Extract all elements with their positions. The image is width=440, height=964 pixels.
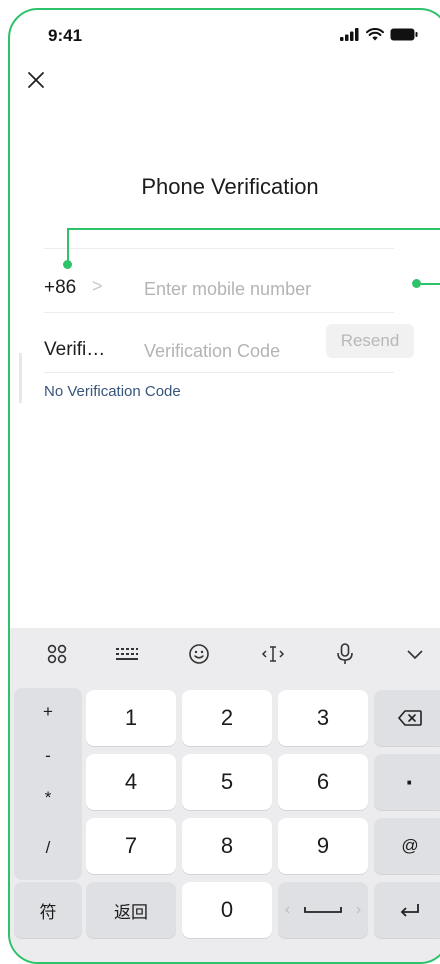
mobile-number-input[interactable]: [144, 271, 384, 307]
key-7[interactable]: 7: [86, 818, 176, 874]
annotation-line: [67, 228, 69, 263]
status-icons: [340, 28, 418, 41]
minus-key[interactable]: -: [14, 736, 82, 776]
collapse-chevron-icon[interactable]: [398, 639, 432, 669]
apps-icon[interactable]: [40, 639, 74, 669]
divider: [44, 312, 394, 313]
key-8[interactable]: 8: [182, 818, 272, 874]
key-5[interactable]: 5: [182, 754, 272, 810]
close-icon[interactable]: [22, 66, 50, 94]
backspace-icon: [398, 710, 422, 726]
page-title: Phone Verification: [141, 174, 319, 199]
at-key[interactable]: @: [374, 818, 440, 874]
microphone-icon[interactable]: [328, 639, 362, 669]
key-3[interactable]: 3: [278, 690, 368, 746]
numeric-keyboard: + - * / 1 2 3 4 5 6 · 7 8 9 @ 符 返回 0: [10, 628, 440, 962]
key-9[interactable]: 9: [278, 818, 368, 874]
return-key[interactable]: 返回: [86, 882, 176, 938]
backspace-key[interactable]: [374, 690, 440, 746]
enter-icon: [400, 904, 419, 917]
asterisk-key[interactable]: *: [14, 778, 82, 818]
enter-key[interactable]: [374, 882, 440, 938]
status-bar: 9:41: [10, 10, 440, 62]
keyboard-icon[interactable]: [110, 639, 144, 669]
phone-frame: 9:41 Phone Verification +86 > Enter mobi…: [8, 8, 440, 964]
space-key[interactable]: [278, 882, 368, 938]
key-4[interactable]: 4: [86, 754, 176, 810]
cursor-move-icon[interactable]: [256, 639, 290, 669]
annotation-dot: [63, 260, 72, 269]
key-2[interactable]: 2: [182, 690, 272, 746]
chevron-right-icon[interactable]: >: [92, 276, 103, 297]
battery-icon: [390, 28, 418, 41]
key-1[interactable]: 1: [86, 690, 176, 746]
key-6[interactable]: 6: [278, 754, 368, 810]
keyboard-toolbar: [10, 628, 440, 680]
resend-button[interactable]: Resend: [326, 324, 414, 358]
country-code-selector[interactable]: +86: [44, 277, 76, 299]
key-0[interactable]: 0: [182, 882, 272, 938]
slash-key[interactable]: /: [14, 828, 82, 868]
annotation-line: [67, 228, 440, 230]
divider: [44, 372, 394, 373]
status-time: 9:41: [48, 26, 83, 45]
annotation-dot: [412, 279, 421, 288]
plus-key[interactable]: +: [14, 692, 82, 732]
dot-key[interactable]: ·: [374, 754, 440, 810]
cellular-signal-icon: [340, 28, 359, 41]
no-verification-code-link[interactable]: No Verification Code: [44, 383, 181, 400]
verification-code-input[interactable]: [144, 333, 314, 369]
symbols-toggle-key[interactable]: 符: [14, 882, 82, 938]
space-bar-icon: [285, 906, 361, 914]
scroll-indicator: [19, 353, 22, 403]
verification-code-label: Verifi…: [44, 339, 106, 360]
divider: [44, 248, 394, 249]
wifi-icon: [366, 28, 384, 41]
emoji-icon[interactable]: [182, 639, 216, 669]
